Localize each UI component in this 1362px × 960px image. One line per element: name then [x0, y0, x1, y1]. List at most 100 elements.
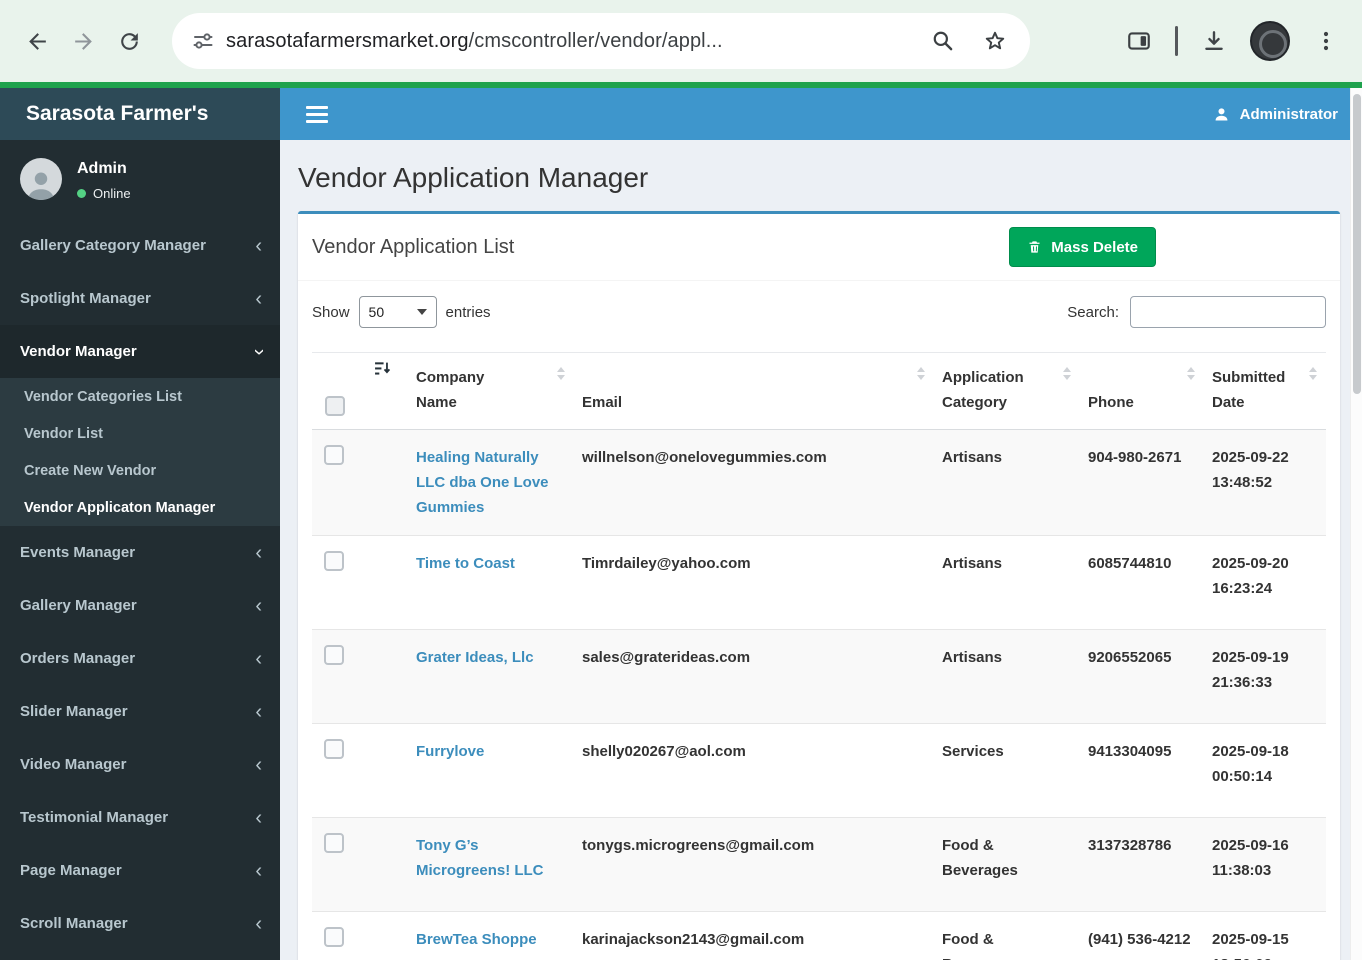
- sidebar-item-video-manager[interactable]: Video Manager‹: [0, 738, 280, 791]
- page-length-select[interactable]: 50: [359, 296, 437, 328]
- sort-order-icon[interactable]: [374, 360, 391, 381]
- sidebar-item-spotlight-manager[interactable]: Spotlight Manager‹: [0, 272, 280, 325]
- mass-delete-button[interactable]: Mass Delete: [1009, 227, 1156, 267]
- company-link[interactable]: Furrylove: [416, 743, 484, 760]
- submitted-cell: 2025-09-15 18:56:09: [1204, 912, 1326, 960]
- submitted-cell: 2025-09-18 00:50:14: [1204, 724, 1326, 818]
- forward-arrow-icon: [71, 29, 96, 54]
- reload-button[interactable]: [106, 18, 152, 64]
- sidebar-toggle-button[interactable]: [306, 106, 328, 123]
- company-link[interactable]: Healing Naturally LLC dba One Love Gummi…: [416, 449, 549, 516]
- scrollbar-thumb[interactable]: [1353, 94, 1361, 394]
- company-link[interactable]: Time to Coast: [416, 555, 515, 572]
- sidebar-item-vendor-application-manager[interactable]: Vendor Applicaton Manager: [0, 489, 280, 526]
- chevron-left-icon: ‹: [255, 702, 262, 722]
- phone-cell: (941) 536-4212: [1080, 912, 1204, 960]
- profile-avatar[interactable]: [1250, 21, 1290, 61]
- app-header: Sarasota Farmer's Administrator: [0, 88, 1350, 140]
- column-header-phone[interactable]: Phone: [1080, 353, 1204, 430]
- phone-cell: 904-980-2671: [1080, 430, 1204, 536]
- vendor-application-box: Vendor Application List Mass Delete Show…: [298, 211, 1340, 960]
- column-header-email[interactable]: Email: [574, 353, 934, 430]
- submitted-cell: 2025-09-16 11:38:03: [1204, 818, 1326, 912]
- company-link[interactable]: BrewTea Shoppe: [416, 931, 537, 948]
- email-cell: karinajackson2143@gmail.com: [574, 912, 934, 960]
- sort-arrows-icon: [1187, 367, 1195, 380]
- sidebar-item-vendor-list[interactable]: Vendor List: [0, 415, 280, 452]
- table-row: Furrylove shelly020267@aol.com Services …: [312, 724, 1326, 818]
- sidebar-user-panel: Admin Online: [0, 140, 280, 217]
- top-navbar: Administrator: [280, 88, 1350, 140]
- row-checkbox[interactable]: [324, 645, 344, 665]
- url-domain: sarasotafarmersmarket.org: [226, 30, 469, 52]
- site-settings-button[interactable]: [186, 24, 220, 58]
- sidebar-item-page-manager[interactable]: Page Manager‹: [0, 844, 280, 897]
- sidebar-item-gallery-manager[interactable]: Gallery Manager‹: [0, 579, 280, 632]
- table-wrapper: Company Name Email Application Category …: [298, 352, 1340, 960]
- box-header: Vendor Application List Mass Delete: [298, 214, 1340, 281]
- brand-logo[interactable]: Sarasota Farmer's: [0, 88, 280, 140]
- email-cell: shelly020267@aol.com: [574, 724, 934, 818]
- column-header-submitted[interactable]: Submitted Date: [1204, 353, 1326, 430]
- column-header-company[interactable]: Company Name: [408, 353, 574, 430]
- bookmark-button[interactable]: [980, 26, 1010, 56]
- row-checkbox[interactable]: [324, 927, 344, 947]
- select-caret-icon: [417, 309, 427, 315]
- user-name: Admin: [77, 160, 131, 178]
- select-all-checkbox[interactable]: [325, 396, 345, 416]
- page-length-control: Show 50 entries: [312, 296, 491, 328]
- forward-button[interactable]: [60, 18, 106, 64]
- company-link[interactable]: Tony G’s Microgreens! LLC: [416, 837, 544, 879]
- sidebar-item-vendor-manager[interactable]: Vendor Manager‹: [0, 325, 280, 378]
- submitted-cell: 2025-09-20 16:23:24: [1204, 536, 1326, 630]
- sidebar-item-create-new-vendor[interactable]: Create New Vendor: [0, 452, 280, 489]
- search-label: Search:: [1067, 304, 1119, 321]
- sidebar-item-testimonial-manager[interactable]: Testimonial Manager‹: [0, 791, 280, 844]
- row-checkbox[interactable]: [324, 739, 344, 759]
- table-row: Healing Naturally LLC dba One Love Gummi…: [312, 430, 1326, 536]
- sidebar-item-vendor-categories-list[interactable]: Vendor Categories List: [0, 378, 280, 415]
- user-status: Online: [77, 186, 131, 201]
- sort-arrows-icon: [917, 367, 925, 380]
- row-checkbox[interactable]: [324, 551, 344, 571]
- table-row: Time to Coast Timrdailey@yahoo.com Artis…: [312, 536, 1326, 630]
- chevron-left-icon: ‹: [255, 236, 262, 256]
- email-cell: Timrdailey@yahoo.com: [574, 536, 934, 630]
- chevron-down-icon: ‹: [249, 348, 269, 355]
- table-row: BrewTea Shoppe karinajackson2143@gmail.c…: [312, 912, 1326, 960]
- star-icon: [982, 28, 1008, 54]
- row-checkbox[interactable]: [324, 833, 344, 853]
- chevron-left-icon: ‹: [255, 755, 262, 775]
- table-row: Grater Ideas, Llc sales@graterideas.com …: [312, 630, 1326, 724]
- show-label: Show: [312, 304, 350, 321]
- phone-cell: 9206552065: [1080, 630, 1204, 724]
- sort-arrows-icon: [1309, 367, 1317, 380]
- download-icon: [1201, 28, 1227, 54]
- company-link[interactable]: Grater Ideas, Llc: [416, 649, 534, 666]
- sidebar-item-scroll-manager[interactable]: Scroll Manager‹: [0, 897, 280, 950]
- browser-menu-button[interactable]: [1306, 21, 1346, 61]
- zoom-button[interactable]: [928, 26, 958, 56]
- downloads-button[interactable]: [1194, 21, 1234, 61]
- column-header-category[interactable]: Application Category: [934, 353, 1080, 430]
- address-bar[interactable]: sarasotafarmersmarket.org/cmscontroller/…: [172, 13, 1030, 69]
- email-cell: willnelson@onelovegummies.com: [574, 430, 934, 536]
- sidebar-item-slider-manager[interactable]: Slider Manager‹: [0, 685, 280, 738]
- search-input[interactable]: [1130, 296, 1326, 328]
- side-panel-icon: [1126, 28, 1152, 54]
- header-user-menu[interactable]: Administrator: [1212, 105, 1338, 124]
- submitted-cell: 2025-09-19 21:36:33: [1204, 630, 1326, 724]
- back-button[interactable]: [14, 18, 60, 64]
- page-title: Vendor Application Manager: [298, 162, 1340, 194]
- side-panel-button[interactable]: [1119, 21, 1159, 61]
- row-checkbox[interactable]: [324, 445, 344, 465]
- sidebar-item-orders-manager[interactable]: Orders Manager‹: [0, 632, 280, 685]
- page-scrollbar[interactable]: [1350, 88, 1362, 960]
- column-header-select[interactable]: [312, 353, 408, 430]
- sidebar-item-events-manager[interactable]: Events Manager‹: [0, 526, 280, 579]
- chevron-left-icon: ‹: [255, 289, 262, 309]
- sidebar-item-gallery-category-manager[interactable]: Gallery Category Manager‹: [0, 219, 280, 272]
- online-dot-icon: [77, 189, 86, 198]
- chevron-left-icon: ‹: [255, 861, 262, 881]
- phone-cell: 9413304095: [1080, 724, 1204, 818]
